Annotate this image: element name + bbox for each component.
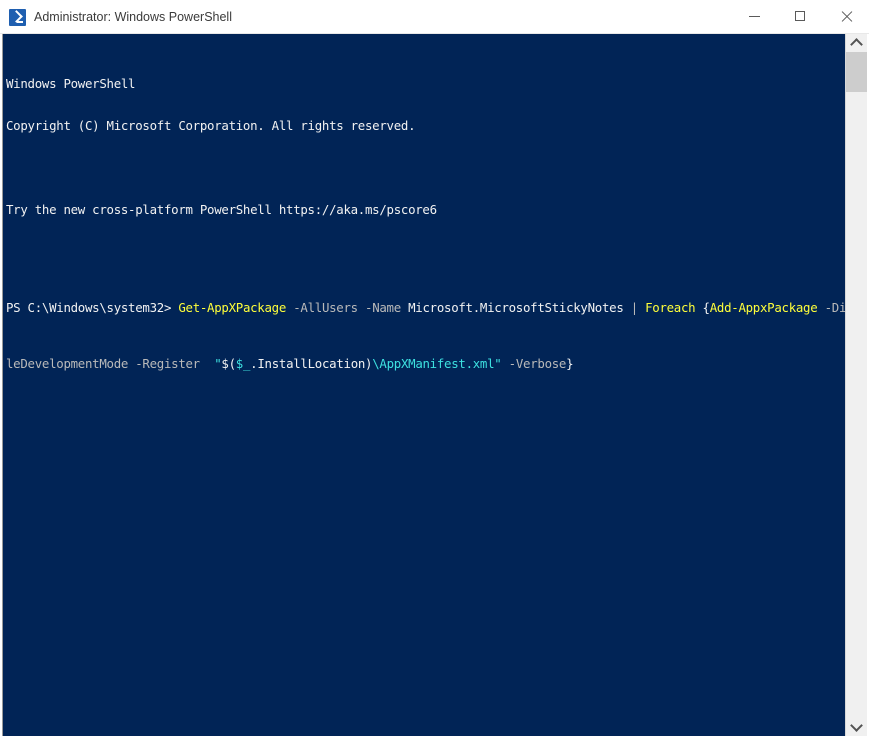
close-button[interactable] [823, 0, 869, 32]
scroll-down-arrow-icon [850, 719, 863, 732]
param-wrapped-register: leDevelopmentMode -Register [6, 356, 200, 371]
console-output-area[interactable]: Windows PowerShell Copyright (C) Microso… [2, 34, 845, 736]
cmdlet-get-appxpackage: Get-AppXPackage [178, 300, 287, 315]
console-scrollbar[interactable] [845, 34, 867, 736]
banner-text-2: Copyright (C) Microsoft Corporation. All… [6, 118, 416, 133]
banner-line-2: Copyright (C) Microsoft Corporation. All… [6, 119, 845, 133]
minimize-icon [748, 15, 760, 17]
banner-text-4: Try the new cross-platform PowerShell ht… [6, 202, 437, 217]
banner-line-5-blank [6, 245, 845, 259]
console-frame: Windows PowerShell Copyright (C) Microso… [0, 34, 869, 740]
banner-line-1: Windows PowerShell [6, 77, 845, 91]
command-line-2: leDevelopmentMode -Register "$($_.Instal… [6, 357, 845, 371]
package-name-value: Microsoft.MicrosoftStickyNotes [408, 300, 624, 315]
cmdlet-add-appxpackage: Add-AppxPackage [709, 300, 818, 315]
powershell-window: Administrator: Windows PowerShell Window… [0, 0, 869, 740]
banner-line-4: Try the new cross-platform PowerShell ht… [6, 203, 845, 217]
scroll-down-button[interactable] [846, 718, 867, 736]
variable-underscore: $_ [235, 356, 251, 371]
param-disable-clipped: -Disab [824, 300, 845, 315]
close-brace: } [566, 356, 574, 371]
title-bar[interactable]: Administrator: Windows PowerShell [0, 0, 869, 34]
title-bar-left: Administrator: Windows PowerShell [9, 0, 232, 34]
param-verbose: -Verbose [508, 356, 567, 371]
prompt-text: PS C:\Windows\system32> [6, 300, 172, 315]
window-title: Administrator: Windows PowerShell [34, 10, 232, 24]
scroll-up-button[interactable] [846, 34, 867, 52]
params-allusers-name: -AllUsers -Name [293, 300, 401, 315]
banner-line-3-blank [6, 161, 845, 175]
scroll-up-arrow-icon [850, 38, 863, 51]
subexpression-open: $( [221, 356, 236, 371]
console-text: Windows PowerShell Copyright (C) Microso… [6, 35, 845, 413]
close-icon [841, 11, 852, 22]
keyword-foreach: Foreach [645, 300, 696, 315]
minimize-button[interactable] [731, 0, 777, 32]
pipe-operator: | [630, 300, 638, 315]
maximize-icon [795, 11, 805, 21]
scrollbar-thumb[interactable] [846, 52, 867, 92]
window-controls [731, 0, 869, 32]
powershell-icon [9, 8, 26, 26]
banner-text-1: Windows PowerShell [6, 76, 136, 91]
open-brace: { [702, 300, 710, 315]
maximize-button[interactable] [777, 0, 823, 32]
path-appxmanifest: \AppXManifest.xml" [372, 356, 502, 371]
property-installlocation: .InstallLocation) [250, 356, 373, 371]
command-line-1: PS C:\Windows\system32> Get-AppXPackage … [6, 301, 845, 315]
